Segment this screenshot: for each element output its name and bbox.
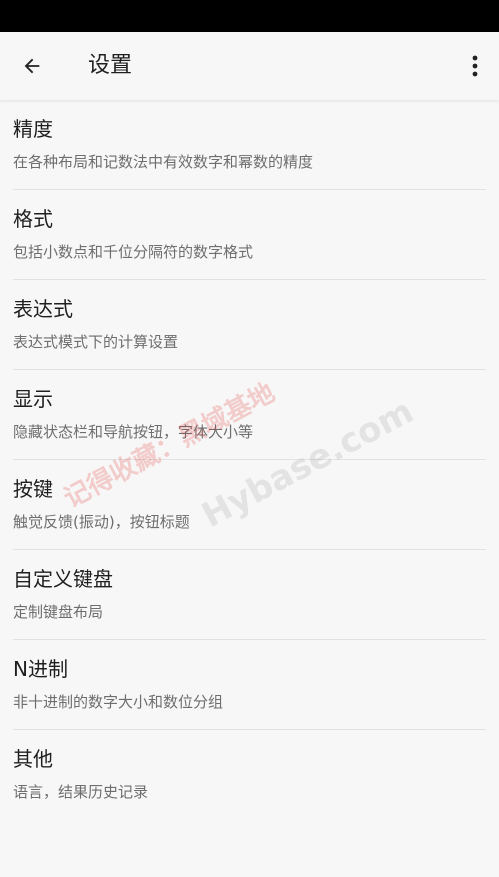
setting-title: 按键 xyxy=(13,477,53,501)
setting-title: N进制 xyxy=(13,657,68,681)
setting-title: 精度 xyxy=(13,117,53,141)
setting-summary: 非十进制的数字大小和数位分组 xyxy=(13,693,224,711)
back-button[interactable] xyxy=(14,50,50,82)
more-vert-icon xyxy=(472,55,478,77)
setting-item-custom-keyboard[interactable]: 自定义键盘 定制键盘布局 xyxy=(0,550,499,640)
setting-item-display[interactable]: 显示 隐藏状态栏和导航按钮，字体大小等 xyxy=(0,370,499,460)
setting-item-keys[interactable]: 按键 触觉反馈(振动)，按钮标题 xyxy=(0,460,499,550)
setting-summary: 隐藏状态栏和导航按钮，字体大小等 xyxy=(13,423,254,441)
setting-title: 显示 xyxy=(13,387,53,411)
page-title: 设置 xyxy=(88,53,133,78)
setting-title: 格式 xyxy=(13,207,53,231)
setting-summary: 触觉反馈(振动)，按钮标题 xyxy=(13,513,190,531)
setting-item-other[interactable]: 其他 语言，结果历史记录 xyxy=(0,730,499,820)
settings-list: 精度 在各种布局和记数法中有效数字和幂数的精度 格式 包括小数点和千位分隔符的数… xyxy=(0,100,499,820)
setting-summary: 定制键盘布局 xyxy=(13,603,104,621)
setting-summary: 表达式模式下的计算设置 xyxy=(13,333,179,351)
setting-summary: 包括小数点和千位分隔符的数字格式 xyxy=(13,243,254,261)
app-bar: 设置 xyxy=(0,32,499,100)
setting-title: 表达式 xyxy=(13,297,73,321)
setting-item-precision[interactable]: 精度 在各种布局和记数法中有效数字和幂数的精度 xyxy=(0,100,499,190)
setting-item-format[interactable]: 格式 包括小数点和千位分隔符的数字格式 xyxy=(0,190,499,280)
status-bar xyxy=(0,0,499,32)
setting-title: 其他 xyxy=(13,747,53,771)
setting-summary: 在各种布局和记数法中有效数字和幂数的精度 xyxy=(13,153,314,171)
setting-title: 自定义键盘 xyxy=(13,567,113,591)
setting-item-base-n[interactable]: N进制 非十进制的数字大小和数位分组 xyxy=(0,640,499,730)
more-options-button[interactable] xyxy=(463,50,487,82)
setting-summary: 语言，结果历史记录 xyxy=(13,783,149,801)
setting-item-expression[interactable]: 表达式 表达式模式下的计算设置 xyxy=(0,280,499,370)
arrow-back-icon xyxy=(24,58,40,74)
